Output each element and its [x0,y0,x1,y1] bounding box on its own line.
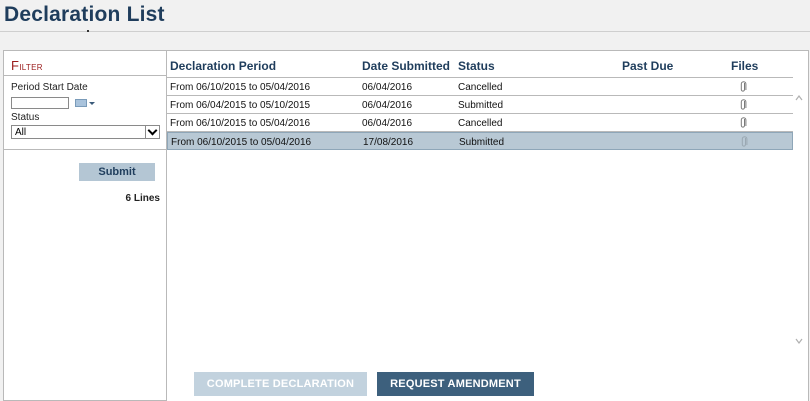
table-row[interactable]: From 06/04/2015 to 05/10/2015 06/04/2016… [167,96,793,114]
date-submitted-cell: 06/04/2016 [362,100,413,111]
period-start-date-label: Period Start Date [11,82,88,93]
calendar-icon[interactable] [75,98,95,108]
divider-dot [87,30,89,32]
submit-button[interactable]: Submit [79,163,155,181]
status-select[interactable]: All [11,125,160,139]
declaration-period-cell: From 06/10/2015 to 05/04/2016 [171,137,312,148]
paperclip-icon[interactable] [739,99,747,111]
chevron-down-icon[interactable] [145,126,159,138]
declaration-period-cell: From 06/10/2015 to 05/04/2016 [170,82,311,93]
request-amendment-button[interactable]: REQUEST AMENDMENT [377,372,534,396]
paperclip-icon[interactable] [739,81,747,93]
status-select-value: All [15,127,27,138]
scroll-up-icon[interactable] [795,94,803,102]
filter-panel: Filter Period Start Date Status All Subm… [3,50,167,401]
table-row-selected[interactable]: From 06/10/2015 to 05/04/2016 17/08/2016… [167,132,793,150]
column-header-files: Files [731,59,759,73]
period-start-date-input[interactable] [11,97,69,109]
filter-heading-initial: F [11,58,20,73]
declaration-period-cell: From 06/04/2015 to 05/10/2015 [170,100,311,111]
scroll-down-icon[interactable] [795,337,803,345]
complete-declaration-button[interactable]: COMPLETE DECLARATION [194,372,367,396]
paperclip-icon[interactable] [739,117,747,129]
date-submitted-cell: 06/04/2016 [362,118,413,129]
column-header-past-due: Past Due [622,59,674,73]
table-row[interactable]: From 06/10/2015 to 05/04/2016 06/04/2016… [167,114,793,132]
date-submitted-cell: 17/08/2016 [363,137,414,148]
table-row[interactable]: From 06/10/2015 to 05/04/2016 06/04/2016… [167,78,793,96]
lines-count: 6 Lines [125,193,160,204]
column-header-date-submitted: Date Submitted [362,59,451,73]
paperclip-icon[interactable] [740,136,748,148]
declaration-table: Declaration Period Date Submitted Status… [167,50,809,401]
filter-fields: Period Start Date Status All [4,76,166,150]
status-label: Status [11,112,40,123]
title-bar: Declaration List [0,0,810,32]
date-submitted-cell: 06/04/2016 [362,82,413,93]
column-header-declaration-period: Declaration Period [170,59,277,73]
filter-heading-rest: ilter [19,59,43,73]
column-header-status: Status [458,59,495,73]
page-title: Declaration List [4,3,165,26]
status-cell: Cancelled [458,118,503,129]
filter-heading: Filter [4,51,166,76]
status-cell: Submitted [458,100,504,111]
status-cell: Submitted [459,137,505,148]
status-cell: Cancelled [458,82,503,93]
declaration-period-cell: From 06/10/2015 to 05/04/2016 [170,118,311,129]
